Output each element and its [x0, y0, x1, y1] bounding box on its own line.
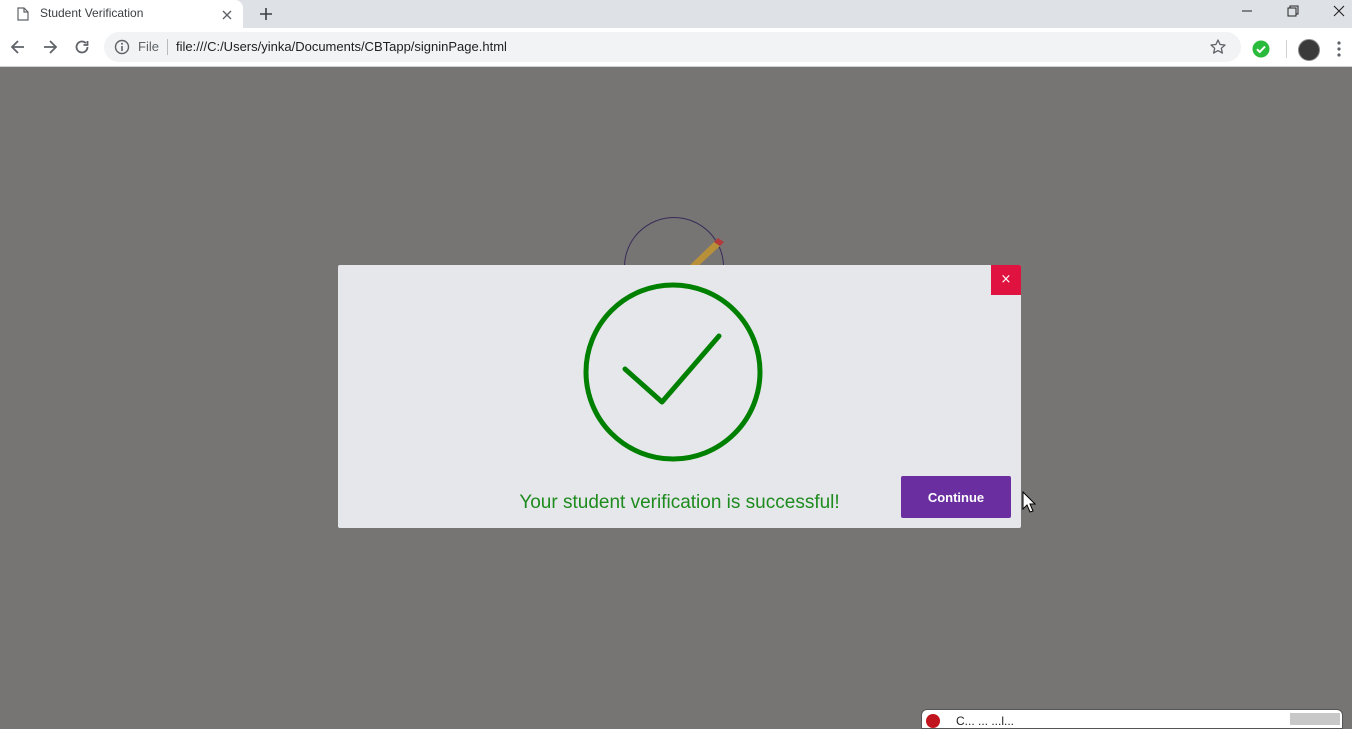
- scheme-label: File: [138, 39, 159, 54]
- popup-close-button[interactable]: [1290, 713, 1340, 725]
- browser-toolbar: File file:///C:/Users/yinka/Documents/CB…: [0, 28, 1352, 67]
- forward-icon[interactable]: [41, 38, 59, 61]
- minimize-icon[interactable]: [1240, 4, 1254, 23]
- popup-title: C... ... ...l...: [956, 714, 1015, 728]
- bottom-popup[interactable]: C... ... ...l...: [921, 709, 1343, 729]
- window-close-icon[interactable]: [1332, 4, 1346, 23]
- avatar[interactable]: [1298, 39, 1320, 61]
- success-dialog: × Your student verification is successfu…: [338, 265, 1021, 528]
- check-extension-icon[interactable]: [1252, 40, 1270, 63]
- doc-icon: [17, 7, 29, 26]
- info-icon[interactable]: [114, 39, 130, 60]
- plus-icon[interactable]: [258, 6, 274, 27]
- toolbar-divider: [1286, 40, 1287, 58]
- back-icon[interactable]: [9, 38, 27, 61]
- browser-tab[interactable]: Student Verification: [0, 0, 243, 28]
- popup-icon: [926, 714, 940, 728]
- cursor-icon: [1022, 490, 1037, 518]
- kebab-menu-icon[interactable]: [1336, 40, 1342, 63]
- checkmark-circle-icon: [581, 280, 765, 469]
- url-text[interactable]: file:///C:/Users/yinka/Documents/CBTapp/…: [176, 39, 507, 54]
- tab-strip: Student Verification: [0, 0, 1352, 28]
- restore-icon[interactable]: [1286, 4, 1300, 23]
- omnibox-divider: [167, 39, 168, 55]
- page-overlay: × Your student verification is successfu…: [0, 67, 1352, 720]
- tab-title: Student Verification: [40, 6, 144, 20]
- close-icon[interactable]: [221, 8, 233, 26]
- reload-icon[interactable]: [73, 38, 91, 61]
- continue-button[interactable]: Continue: [901, 476, 1011, 518]
- dialog-close-button[interactable]: ×: [991, 265, 1021, 295]
- address-bar[interactable]: File file:///C:/Users/yinka/Documents/CB…: [104, 32, 1241, 62]
- star-icon[interactable]: [1209, 38, 1227, 61]
